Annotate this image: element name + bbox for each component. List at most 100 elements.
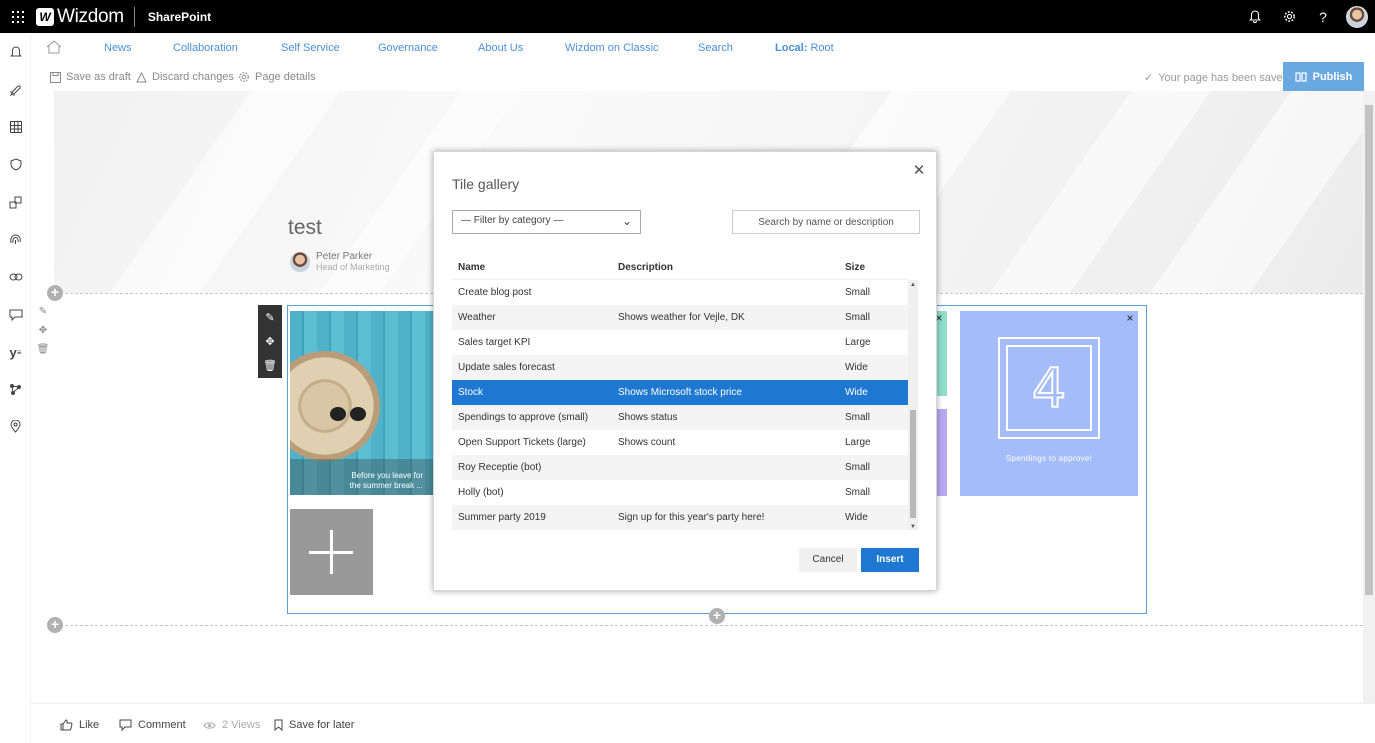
table-row[interactable]: Create blog post Small: [452, 280, 908, 305]
add-section-button[interactable]: +: [47, 617, 63, 633]
page-title[interactable]: test: [288, 216, 322, 240]
scrollbar-thumb[interactable]: [1365, 105, 1373, 595]
save-draft-button[interactable]: Save as draft: [50, 71, 131, 83]
tile-caption-line1: Before you leave for: [351, 471, 423, 480]
table-row[interactable]: Roy Receptie (bot) Small: [452, 455, 908, 480]
author-role: Head of Marketing: [316, 262, 390, 272]
app-name[interactable]: SharePoint: [148, 10, 211, 24]
delete-section-icon[interactable]: 🗑: [37, 344, 50, 355]
column-size-header[interactable]: Size: [845, 262, 865, 273]
kpi-frame: 4: [998, 337, 1100, 439]
row-name: Weather: [458, 312, 496, 323]
table-row[interactable]: Spendings to approve (small) Shows status…: [452, 405, 908, 430]
help-icon[interactable]: ?: [1306, 0, 1340, 33]
nav-governance[interactable]: Governance: [378, 42, 438, 54]
network-icon[interactable]: [0, 377, 31, 401]
close-icon[interactable]: ✕: [910, 162, 928, 180]
insert-button[interactable]: Insert: [861, 548, 919, 572]
delete-webpart-icon[interactable]: 🗑: [263, 359, 277, 372]
tile-spendings-kpi[interactable]: 4 Spendings to approve!: [960, 311, 1138, 496]
table-header: Name Description Size: [452, 262, 908, 280]
row-name: Roy Receptie (bot): [458, 462, 542, 473]
saved-status: ✓ Your page has been saved: [1144, 71, 1289, 85]
publish-button[interactable]: Publish: [1283, 62, 1364, 91]
table-icon[interactable]: [0, 115, 31, 139]
cancel-button[interactable]: Cancel: [799, 548, 857, 572]
user-avatar[interactable]: [1346, 5, 1368, 28]
page-scrollbar[interactable]: [1363, 91, 1375, 703]
add-tile-button[interactable]: [290, 509, 373, 595]
nav-local-root[interactable]: Local: Root: [775, 42, 834, 54]
column-name-header[interactable]: Name: [458, 262, 485, 273]
app-launcher-icon[interactable]: [6, 0, 30, 33]
add-webpart-button[interactable]: +: [709, 608, 725, 624]
nav-search[interactable]: Search: [698, 42, 733, 54]
section-divider: [60, 625, 1363, 626]
checkmark-icon: ✓: [1144, 72, 1154, 84]
scroll-up-icon[interactable]: ▲: [908, 282, 918, 288]
kpi-label: Spendings to approve!: [1005, 454, 1093, 463]
author-byline[interactable]: Peter Parker Head of Marketing: [290, 251, 390, 272]
move-webpart-icon[interactable]: ✥: [265, 335, 274, 348]
link-icon[interactable]: [0, 265, 31, 289]
nav-news[interactable]: News: [104, 42, 132, 54]
remove-tile-close-icon[interactable]: ×: [1124, 312, 1136, 324]
category-filter-dropdown[interactable]: — Filter by category — ⌄: [452, 210, 641, 234]
row-name: Spendings to approve (small): [458, 412, 589, 423]
move-section-icon[interactable]: ✥: [39, 325, 47, 336]
like-button[interactable]: Like: [60, 719, 99, 731]
table-row[interactable]: Update sales forecast Wide: [452, 355, 908, 380]
wizdom-logo[interactable]: W Wizdom: [36, 6, 124, 28]
table-row[interactable]: Holly (bot) Small: [452, 480, 908, 505]
suite-bar: W Wizdom SharePoint ?: [0, 0, 1375, 33]
tile-gallery-dialog: Tile gallery ✕ — Filter by category — ⌄ …: [433, 151, 937, 591]
table-row-selected[interactable]: Stock Shows Microsoft stock price Wide: [452, 380, 908, 405]
row-size: Small: [845, 287, 871, 298]
bell-icon[interactable]: [1238, 0, 1272, 33]
notification-icon[interactable]: [0, 40, 31, 64]
webpart-toolbar: ✎ ✥ 🗑: [258, 305, 282, 378]
tile-purple[interactable]: [937, 409, 947, 496]
row-name: Sales target KPI: [458, 337, 531, 348]
shapes-icon[interactable]: [0, 190, 31, 214]
table-row[interactable]: Sales target KPI Large: [452, 330, 908, 355]
home-icon[interactable]: [46, 40, 62, 57]
discard-icon: [136, 71, 147, 82]
add-section-button[interactable]: +: [47, 285, 63, 301]
search-input[interactable]: [732, 210, 920, 234]
gear-icon[interactable]: [1272, 0, 1306, 33]
row-size: Small: [845, 487, 871, 498]
location-pin-icon[interactable]: [0, 414, 31, 438]
save-for-later-button[interactable]: Save for later: [274, 719, 354, 731]
command-bar: Save as draft Discard changes Page detai…: [31, 62, 1375, 91]
scroll-down-icon[interactable]: ▼: [908, 524, 918, 530]
page-details-button[interactable]: Page details: [238, 71, 316, 83]
social-bar: Like Comment 2 Views Save for later: [31, 703, 1375, 743]
fingerprint-icon[interactable]: [0, 227, 31, 251]
yammer-icon[interactable]: y ≡: [0, 340, 31, 364]
author-name: Peter Parker: [316, 251, 373, 262]
gear-icon: [239, 72, 249, 82]
section-tools: ✎ ✥ 🗑: [36, 306, 50, 355]
author-avatar: [290, 251, 310, 272]
list-scrollbar-thumb[interactable]: [910, 410, 916, 518]
chevron-down-icon: ⌄: [621, 214, 632, 228]
tile-summer-break[interactable]: Before you leave for the summer break ..…: [290, 311, 437, 495]
rocket-icon[interactable]: [0, 78, 31, 102]
discard-changes-button[interactable]: Discard changes: [136, 71, 234, 83]
edit-webpart-icon[interactable]: ✎: [265, 311, 274, 324]
nav-collaboration[interactable]: Collaboration: [173, 42, 238, 54]
nav-wizdom-on-classic[interactable]: Wizdom on Classic: [565, 42, 659, 54]
comment-button[interactable]: Comment: [119, 719, 186, 731]
chat-icon[interactable]: [0, 303, 31, 327]
table-row[interactable]: Summer party 2019 Sign up for this year's…: [452, 505, 908, 530]
edit-section-icon[interactable]: ✎: [39, 306, 47, 317]
nav-self-service[interactable]: Self Service: [281, 42, 340, 54]
list-scrollbar[interactable]: ▲ ▼: [908, 280, 918, 530]
table-row[interactable]: Weather Shows weather for Vejle, DK Small: [452, 305, 908, 330]
shield-icon[interactable]: [0, 152, 31, 176]
nav-about-us[interactable]: About Us: [478, 42, 523, 54]
table-row[interactable]: Open Support Tickets (large) Shows count L…: [452, 430, 908, 455]
column-description-header[interactable]: Description: [618, 262, 673, 273]
row-size: Small: [845, 462, 871, 473]
